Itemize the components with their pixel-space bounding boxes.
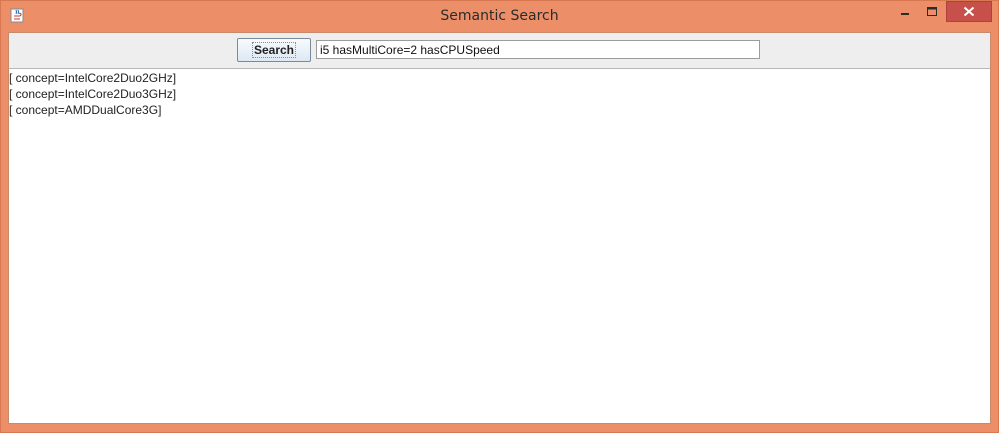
window-title: Semantic Search bbox=[440, 8, 559, 24]
search-button[interactable]: Search bbox=[237, 38, 311, 62]
result-item: [ concept=IntelCore2Duo3GHz] bbox=[9, 87, 177, 101]
results-area[interactable]: [ concept=IntelCore2Duo2GHz] [ concept=I… bbox=[9, 69, 990, 423]
maximize-button[interactable] bbox=[919, 1, 945, 22]
search-button-label: Search bbox=[251, 42, 297, 58]
result-item: [ concept=AMDDualCore3G] bbox=[9, 103, 162, 117]
result-item: [ concept=IntelCore2Duo2GHz] bbox=[9, 71, 177, 85]
content-panel: Search [ concept=IntelCore2Duo2GHz] [ co… bbox=[8, 32, 991, 424]
title-bar[interactable]: Semantic Search bbox=[1, 1, 998, 32]
close-button[interactable] bbox=[946, 1, 992, 22]
minimize-icon bbox=[901, 13, 909, 15]
query-input[interactable] bbox=[316, 40, 760, 59]
search-toolbar: Search bbox=[9, 33, 990, 69]
app-window: Semantic Search Search [ concept=IntelCo… bbox=[0, 0, 999, 433]
minimize-button[interactable] bbox=[892, 1, 918, 22]
close-icon bbox=[963, 6, 975, 17]
maximize-icon bbox=[927, 7, 937, 16]
